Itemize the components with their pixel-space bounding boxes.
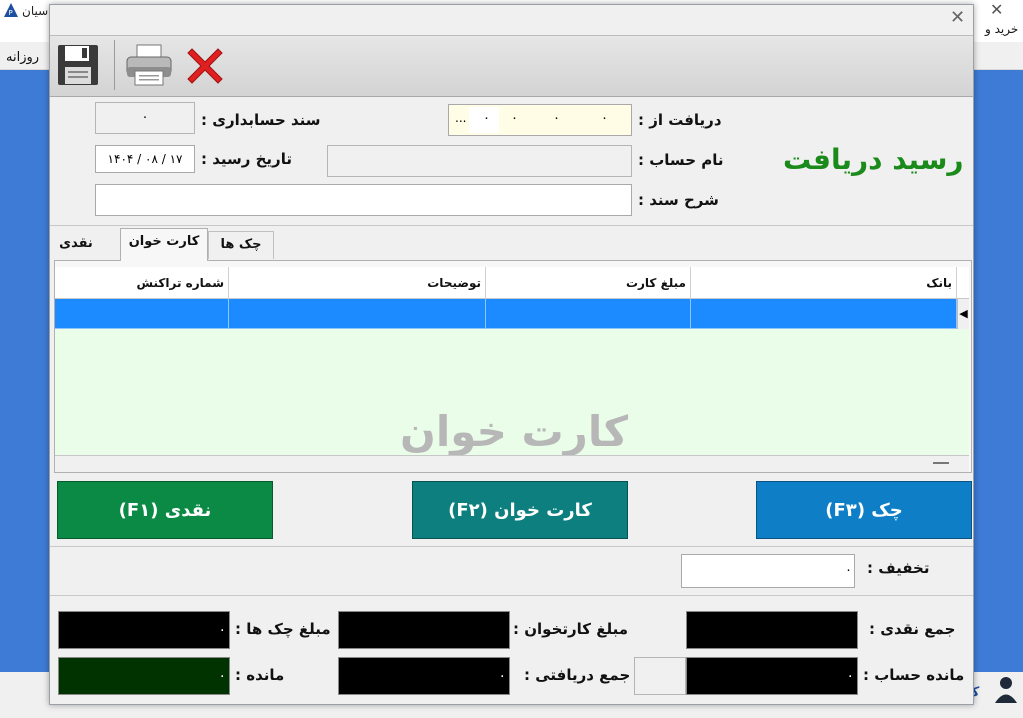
checks-total-field: ۰ — [58, 611, 230, 649]
app-logo-icon: P — [4, 3, 18, 17]
received-from-digit: ۰ — [601, 111, 608, 126]
receipt-date-field[interactable]: ۱۴۰۴ / ۰۸ / ۱۷ — [95, 145, 195, 173]
column-header-transaction-number[interactable]: شماره تراکنش — [55, 267, 229, 299]
column-header-description[interactable]: توضیحات — [229, 267, 486, 299]
received-total-label: جمع دریافتی : — [524, 666, 631, 684]
background-title-text: سیان — [22, 4, 49, 18]
grid-watermark: کارت خوان — [400, 407, 629, 456]
table-cell[interactable] — [55, 299, 229, 329]
receipt-date-label: تاریخ رسید : — [201, 150, 292, 168]
received-from-field[interactable]: ... ۰ ۰ ۰ ۰ — [448, 104, 632, 136]
card-reader-button[interactable]: کارت خوان (F۲) — [412, 481, 628, 539]
grid-header: شماره تراکنش توضیحات مبلغ کارت بانک — [55, 267, 969, 299]
received-from-digit: ۰ — [553, 111, 560, 126]
user-icon[interactable] — [992, 674, 1020, 704]
minimize-icon[interactable] — [933, 462, 949, 464]
remaining-label: مانده : — [235, 666, 285, 684]
discount-field[interactable]: ۰ — [681, 554, 855, 588]
account-balance-field: ۰ — [686, 657, 858, 695]
form-title: رسید دریافت — [783, 143, 964, 176]
divider — [50, 546, 973, 547]
tab-checks[interactable]: چک ها — [208, 231, 274, 259]
remaining-field: ۰ — [58, 657, 230, 695]
background-close-icon[interactable]: ✕ — [990, 0, 1003, 19]
tab-cash[interactable]: نقدی — [54, 231, 98, 259]
cancel-icon[interactable] — [182, 43, 228, 89]
account-name-field — [327, 145, 632, 177]
checks-total-label: مبلغ چک ها : — [235, 620, 331, 638]
close-icon[interactable]: ✕ — [950, 7, 965, 28]
check-button[interactable]: چک (F۳) — [756, 481, 972, 539]
tab-panel-card-reader: شماره تراکنش توضیحات مبلغ کارت بانک ◀ کا… — [54, 260, 972, 473]
cash-button[interactable]: نقدی (F۱) — [57, 481, 273, 539]
menu-item-daily[interactable]: روزانه — [6, 50, 39, 65]
tab-card-reader[interactable]: کارت خوان — [120, 228, 208, 261]
grid-footer — [55, 455, 969, 472]
cash-total-field — [686, 611, 858, 649]
cash-total-label: جمع نقدی : — [869, 620, 956, 638]
account-name-label: نام حساب : — [638, 151, 724, 169]
background-buy-text: خرید و — [985, 22, 1019, 36]
toolbar-separator — [114, 40, 115, 90]
account-balance-label: مانده حساب : — [863, 666, 965, 684]
divider — [50, 225, 973, 226]
received-from-lookup[interactable]: ... — [455, 111, 466, 125]
description-field[interactable] — [95, 184, 632, 216]
balance-status-box — [634, 657, 686, 695]
dialog-titlebar — [50, 5, 973, 35]
description-label: شرح سند : — [638, 191, 719, 209]
column-header-bank[interactable]: بانک — [691, 267, 957, 299]
receipt-dialog: ✕ رسید دریافت سند حسابداری : ۰ دریافت از… — [49, 4, 974, 705]
print-icon[interactable] — [124, 43, 174, 87]
received-from-digit: ۰ — [483, 111, 490, 126]
table-cell[interactable] — [229, 299, 486, 329]
card-total-field — [338, 611, 510, 649]
received-from-label: دریافت از : — [638, 111, 722, 129]
doc-number-label: سند حسابداری : — [201, 111, 321, 129]
table-cell[interactable] — [486, 299, 691, 329]
received-from-digit: ۰ — [511, 111, 518, 126]
toolbar — [50, 35, 973, 97]
table-row[interactable] — [55, 299, 957, 329]
divider — [50, 595, 973, 596]
save-icon[interactable] — [56, 43, 100, 87]
card-total-label: مبلغ کارتخوان : — [513, 620, 629, 638]
grid-body: کارت خوان — [55, 329, 969, 456]
discount-label: تخفیف : — [867, 559, 930, 577]
doc-number-field: ۰ — [95, 102, 195, 134]
row-indicator-icon: ◀ — [957, 299, 969, 329]
column-header-card-amount[interactable]: مبلغ کارت — [486, 267, 691, 299]
received-total-field: ۰ — [338, 657, 510, 695]
table-cell[interactable] — [691, 299, 957, 329]
svg-text:P: P — [9, 9, 13, 17]
